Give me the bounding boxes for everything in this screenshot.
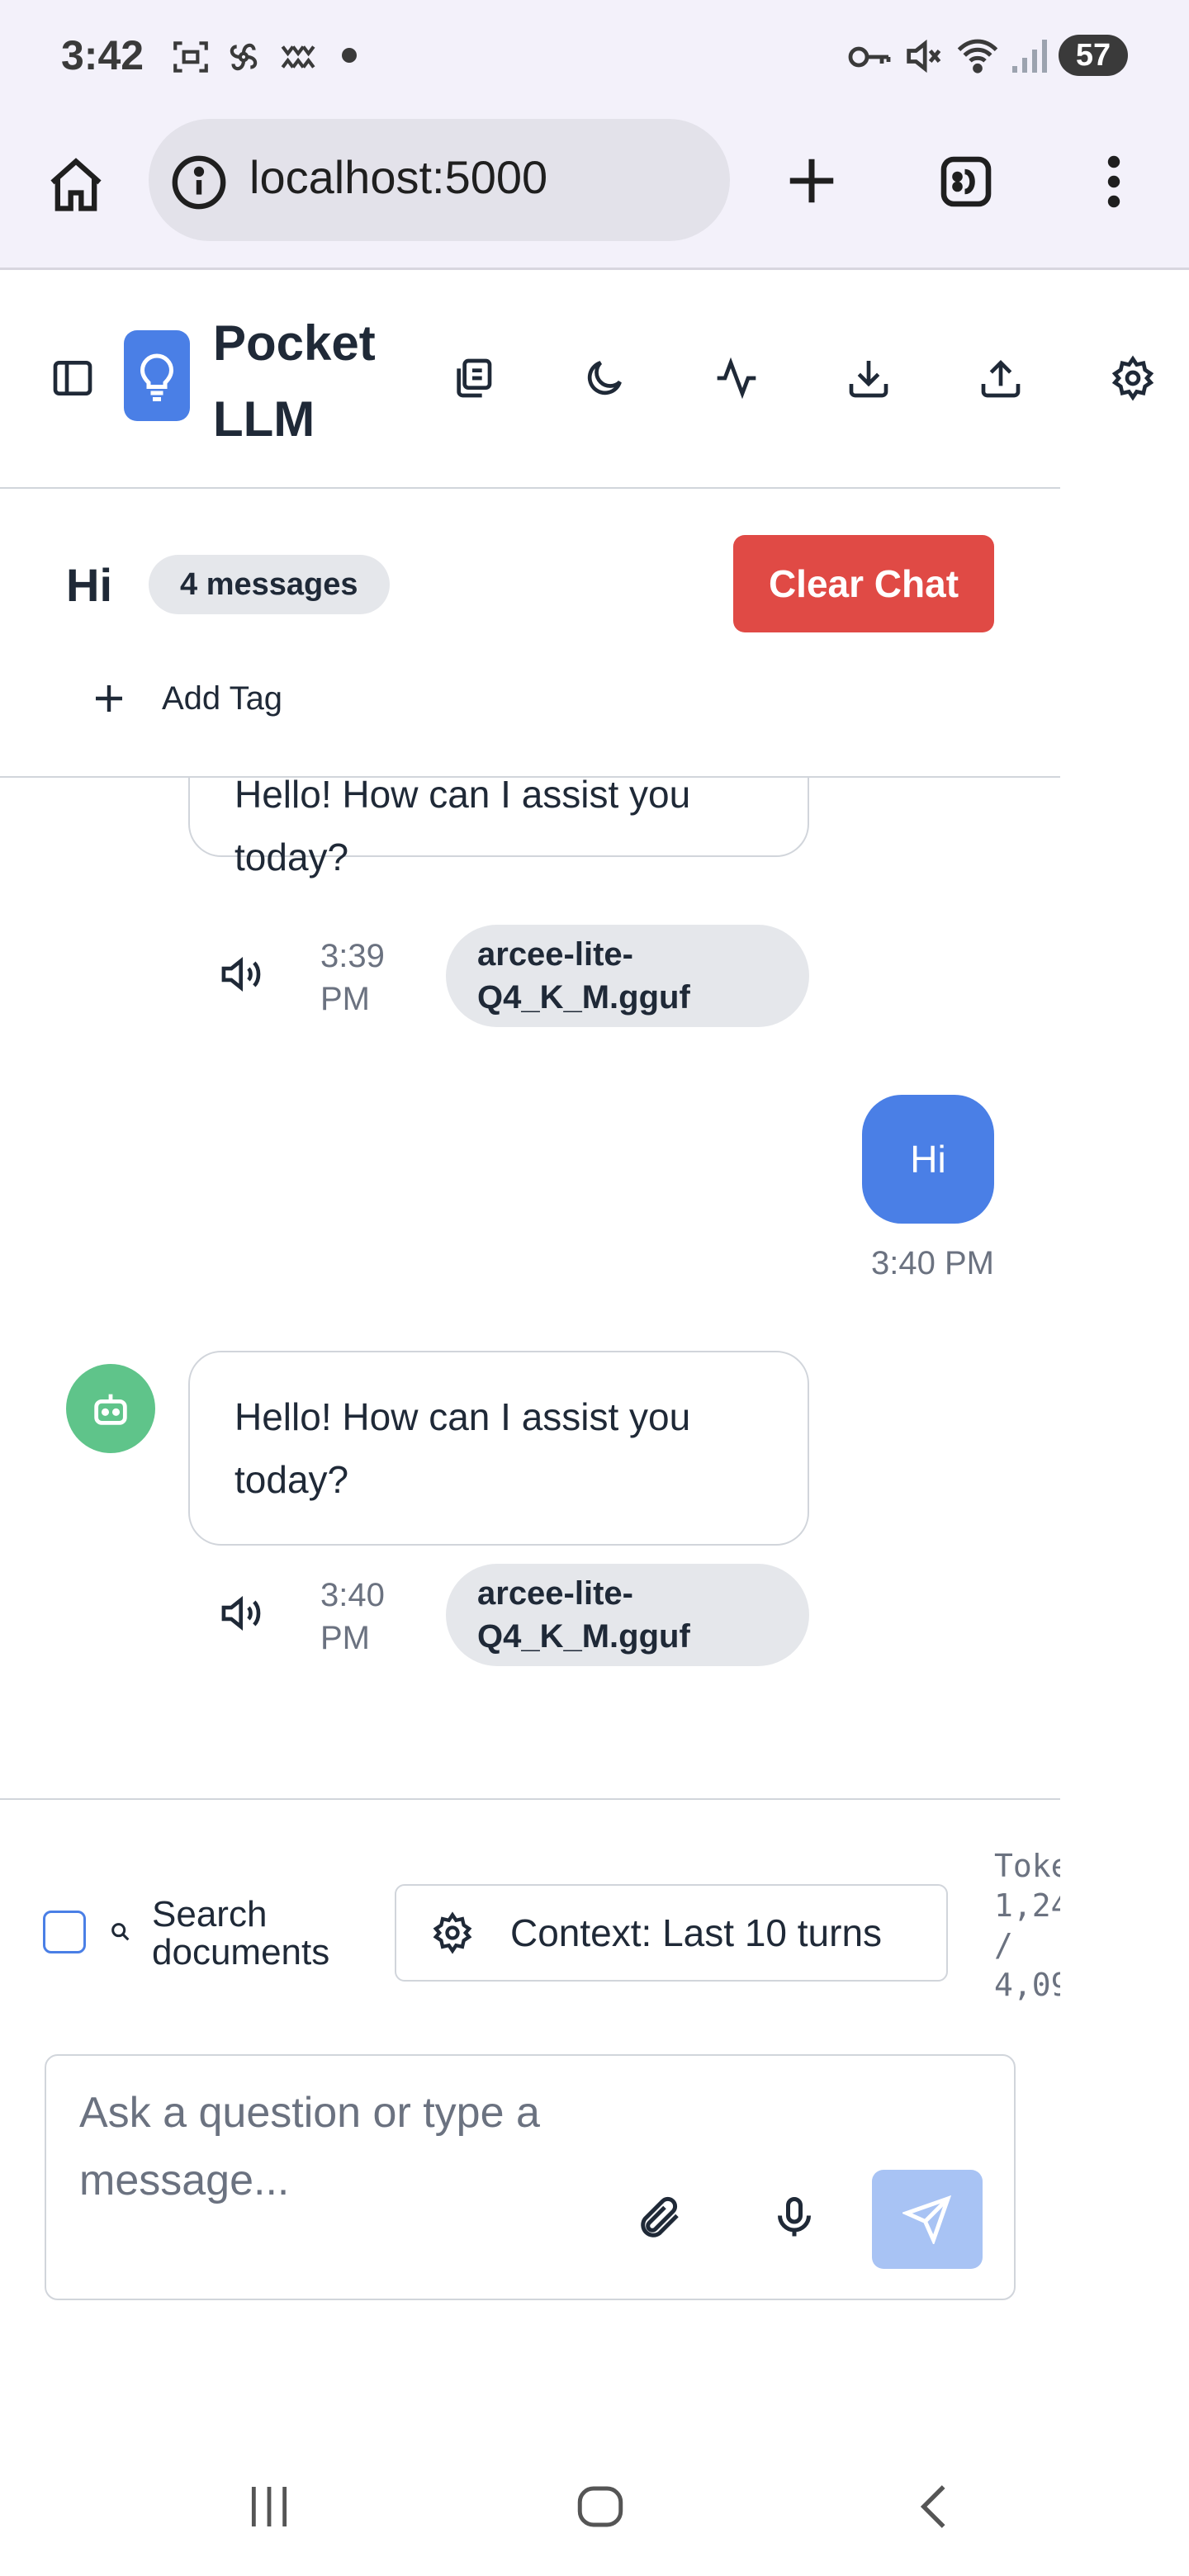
composer-divider [0,1798,1060,1800]
message-list[interactable]: Hello! How can I assist you today? 3:39 … [0,778,1060,1798]
battery-indicator: 57 [1059,35,1128,76]
model-badge: arcee-lite-Q4_K_M.gguf [446,925,809,1027]
send-icon [902,2195,952,2244]
screenshot-icon [170,36,211,78]
assistant-message-bubble: Hello! How can I assist you today? [188,1351,809,1546]
upload-icon[interactable] [978,355,1024,401]
message-text: Hello! How can I assist you today? [234,1395,691,1501]
recent-apps-icon[interactable] [241,2480,297,2533]
notification-dot-icon [342,48,357,63]
model-badge: arcee-lite-Q4_K_M.gguf [446,1564,809,1666]
chat-title: Hi [66,559,112,611]
message-text: Hello! How can I assist you today? [234,778,691,878]
plus-icon [89,679,129,718]
send-button[interactable] [872,2170,983,2269]
message-count-badge: 4 messages [149,555,390,614]
signal-icon [1009,36,1049,76]
search-documents-checkbox[interactable] [43,1911,86,1953]
back-nav-icon[interactable] [908,2477,961,2536]
sidebar-toggle-icon[interactable] [50,355,96,401]
pinwheel-icon [223,36,264,78]
wifi-icon [955,33,1001,78]
assistant-message-bubble: Hello! How can I assist you today? [188,778,809,878]
home-nav-icon[interactable] [573,2477,628,2536]
speaker-icon[interactable] [218,951,268,997]
site-info-icon[interactable] [170,154,228,211]
tab-switcher-icon[interactable] [936,152,996,211]
download-icon[interactable] [846,355,892,401]
header-divider [0,487,1060,489]
token-label: Tokens: [994,1848,1060,1884]
copy-icon[interactable] [449,355,495,401]
app-grid-icon [276,36,317,78]
search-icon [109,1920,132,1944]
new-tab-icon[interactable] [783,152,841,210]
token-used: 1,24 [994,1887,1060,1924]
status-time: 3:42 [61,32,144,78]
attach-icon[interactable] [636,2193,685,2242]
app-title: Pocket LLM [213,315,376,447]
clear-chat-button[interactable]: Clear Chat [733,535,994,632]
token-max: 4,09 [994,1967,1060,2003]
app-logo [124,330,190,421]
context-label: Context: Last 10 turns [510,1911,883,1954]
bot-avatar [66,1364,155,1453]
speaker-icon[interactable] [218,1590,268,1636]
context-settings-button[interactable]: Context: Last 10 turns [395,1884,948,1982]
add-tag-button[interactable]: Add Tag [89,669,282,728]
token-separator: / [994,1927,1013,1963]
gear-icon [431,1911,474,1954]
token-counter: Tokens: 1,24 / 4,09 [994,1846,1060,2005]
message-time: 3:39 PM [320,938,385,1017]
add-tag-label: Add Tag [162,680,283,717]
message-text: Hi [910,1138,946,1181]
home-icon[interactable] [45,154,107,216]
message-time: 3:40 PM [320,1577,385,1656]
mute-icon [902,35,945,78]
search-documents-label[interactable]: Search documents [152,1896,367,1972]
message-input[interactable] [79,2079,591,2228]
activity-icon[interactable] [713,355,760,401]
settings-icon[interactable] [1110,355,1156,401]
message-time: 3:40 PM [871,1245,994,1281]
url-text[interactable]: localhost:5000 [249,150,547,204]
microphone-icon[interactable] [770,2193,819,2242]
browser-menu-icon[interactable] [1088,152,1139,211]
key-icon [846,36,892,78]
user-message-bubble: Hi [862,1095,994,1224]
dark-mode-icon[interactable] [581,355,628,401]
